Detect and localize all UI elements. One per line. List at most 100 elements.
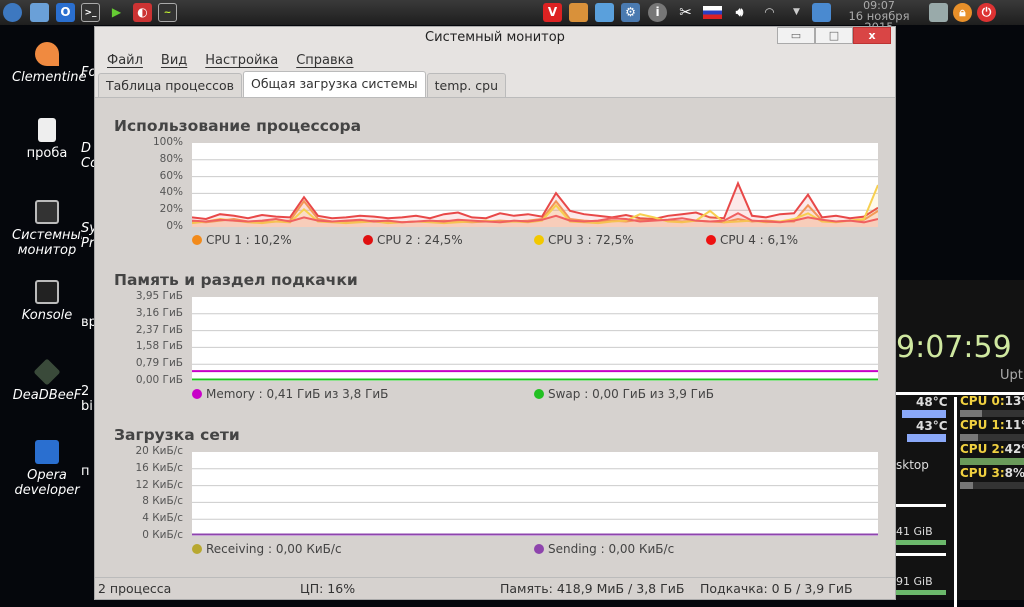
legend-dot-icon [192, 389, 202, 399]
menu-view[interactable]: Вид [161, 49, 187, 73]
network-chart-plot [192, 452, 878, 536]
desktop-icon-proba[interactable]: проба [12, 118, 82, 161]
title-bar[interactable]: Системный монитор ▭ □ x [95, 27, 895, 49]
conky-cpu-value: 13% [1004, 394, 1024, 408]
legend-item: Sending : 0,00 КиБ/с [534, 542, 674, 556]
conky-cpu-bar [960, 410, 1024, 417]
conky-cpu-row: CPU 3:8% [960, 466, 1024, 489]
y-tick-label: 40% [159, 186, 183, 199]
window-title: Системный монитор [425, 30, 565, 45]
conky-uptime: Upti [1000, 368, 1024, 383]
status-swap: Подкачка: 0 Б / 3,9 ГиБ [700, 581, 853, 596]
opera-icon [35, 440, 59, 464]
clementine-icon [35, 42, 59, 66]
conky-cpu-row: CPU 1:11% [960, 418, 1024, 441]
conky-cpu-label: CPU 1: [960, 418, 1005, 432]
menu-help[interactable]: Справка [296, 49, 353, 73]
y-tick-label: 12 КиБ/с [135, 478, 184, 491]
conky-cpu-row: CPU 0:13% [960, 394, 1024, 417]
tab-system-load[interactable]: Общая загрузка системы [242, 71, 426, 97]
y-tick-label: 100% [152, 136, 183, 148]
vivaldi-icon[interactable]: V [543, 3, 562, 22]
doublecmd-icon[interactable]: ◐ [133, 3, 152, 22]
konsole-icon [35, 280, 59, 304]
desktop-icon-clementine[interactable]: Clementine [12, 42, 87, 85]
app-menu-icon[interactable] [3, 3, 22, 22]
conky-disk: 91 GiB [896, 575, 933, 588]
archive-icon[interactable] [569, 3, 588, 22]
status-bar: 2 процесса ЦП: 16% Память: 418,9 МиБ / 3… [95, 577, 895, 599]
opera-icon[interactable]: O [56, 3, 75, 22]
konsole-icon[interactable]: >_ [81, 3, 100, 22]
power-icon[interactable]: ⏻ [977, 3, 996, 22]
legend-dot-icon [363, 235, 373, 245]
system-monitor-window: Системный монитор ▭ □ x Файл Вид Настрой… [94, 26, 896, 600]
y-tick-label: 0,79 ГиБ [135, 357, 183, 370]
legend-dot-icon [192, 235, 202, 245]
desktop-icon-konsole[interactable]: Konsole [12, 280, 82, 323]
deadbeef-icon[interactable]: ▶ [107, 3, 126, 22]
conky-cpu-bar [960, 434, 1024, 441]
folder-icon[interactable] [595, 3, 614, 22]
russian-flag-icon[interactable] [703, 6, 722, 19]
wifi-icon[interactable]: ◠ [760, 3, 779, 22]
y-tick-label: 1,58 ГиБ [135, 340, 183, 353]
maximize-button[interactable]: □ [815, 27, 853, 44]
conky-cpu-value: 42% [1004, 442, 1024, 456]
scissors-icon[interactable]: ✂ [676, 3, 695, 22]
file-manager-icon[interactable] [30, 3, 49, 22]
legend-label: Receiving : 0,00 КиБ/с [206, 542, 342, 556]
conky-cpu-value: 8% [1004, 466, 1024, 480]
tray-expand-icon[interactable]: ▼ [787, 3, 806, 22]
conky-widget: 9:07:59 Upti 48°C 43°C sktop 41 GiB 91 G… [896, 280, 1024, 607]
desktop-icon-deadbeef[interactable]: DeaDBeeF [12, 358, 82, 403]
status-cpu: ЦП: 16% [300, 581, 356, 596]
conky-cpu-label: CPU 0: [960, 394, 1005, 408]
status-processes: 2 процесса [98, 581, 172, 596]
pager-icon[interactable] [812, 3, 831, 22]
conky-cpu-value: 11% [1004, 418, 1024, 432]
system-monitor-icon[interactable]: ~ [158, 3, 177, 22]
legend-item: CPU 4 : 6,1% [706, 233, 798, 247]
legend-label: CPU 4 : 6,1% [720, 233, 799, 247]
memory-chart-title: Память и раздел подкачки [114, 271, 358, 289]
desktop-icon-label: Системный монитор [12, 228, 82, 256]
legend-dot-icon [534, 544, 544, 554]
trash-icon[interactable] [929, 3, 948, 22]
desktop-icon-label: Konsole [21, 308, 73, 323]
minimize-button[interactable]: ▭ [777, 27, 815, 44]
desktop-icon-system-monitor[interactable]: Системный монитор [12, 200, 82, 256]
memory-chart-plot [192, 297, 878, 381]
menu-settings[interactable]: Настройка [205, 49, 278, 73]
taskbar: O >_ ▶ ◐ ~ V ⚙ i ✂ 🔊︎ ◠ ▼ 09:07 16 ноября… [0, 0, 1024, 33]
y-tick-label: 20 КиБ/с [135, 445, 184, 457]
legend-label: CPU 3 : 72,5% [548, 233, 634, 247]
desktop-icon-opera[interactable]: Opera developer [12, 440, 82, 496]
menu-bar: Файл Вид Настройка Справка [95, 49, 895, 73]
conky-cpu-label: CPU 3: [960, 466, 1005, 480]
conky-clock: 9:07:59 [896, 330, 1012, 365]
desktop-icon-label: DeaDBeeF [12, 388, 82, 403]
lock-icon[interactable]: 🔒︎ [953, 3, 972, 22]
y-tick-label: 4 КиБ/с [142, 512, 183, 525]
legend-item: CPU 2 : 24,5% [363, 233, 463, 247]
legend-item: Receiving : 0,00 КиБ/с [192, 542, 342, 556]
settings-icon[interactable]: ⚙ [621, 3, 640, 22]
info-icon[interactable]: i [648, 3, 667, 22]
deadbeef-icon [33, 358, 61, 386]
conky-cpu-bar [960, 458, 1024, 465]
volume-icon[interactable]: 🔊︎ [730, 3, 749, 22]
conky-temp: 43°C [916, 419, 948, 433]
status-memory: Память: 418,9 МиБ / 3,8 ГиБ [500, 581, 685, 596]
menu-file[interactable]: Файл [107, 49, 143, 73]
y-tick-label: 0,00 ГиБ [135, 374, 183, 386]
legend-label: Swap : 0,00 ГиБ из 3,9 ГиБ [548, 387, 715, 401]
y-tick-label: 80% [159, 152, 183, 165]
tab-process-table[interactable]: Таблица процессов [98, 73, 242, 97]
conky-cpu-bar [960, 482, 1024, 489]
y-tick-label: 2,37 ГиБ [135, 323, 183, 336]
close-button[interactable]: x [853, 27, 891, 44]
tab-temp-cpu[interactable]: temp. cpu [426, 73, 507, 97]
legend-label: Memory : 0,41 ГиБ из 3,8 ГиБ [206, 387, 389, 401]
y-tick-label: 16 КиБ/с [135, 461, 184, 474]
